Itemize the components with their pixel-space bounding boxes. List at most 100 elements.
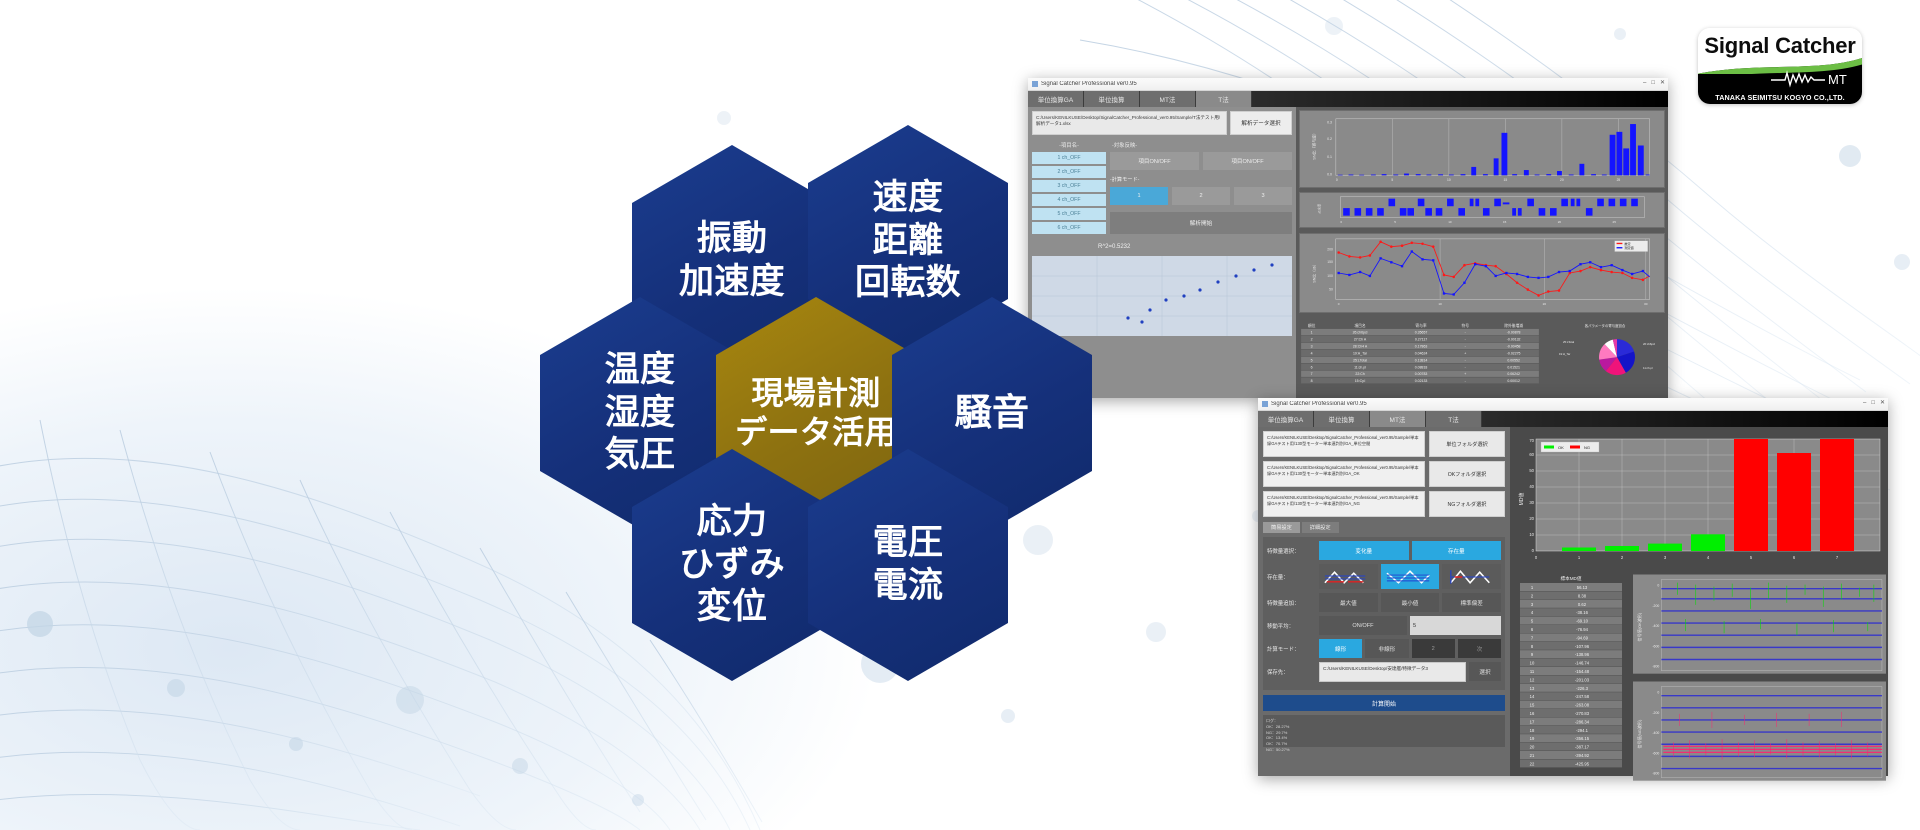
calc-mode-linear-button[interactable]: 線形 xyxy=(1319,639,1363,658)
subtab-simple-settings[interactable]: 簡易設定 xyxy=(1263,522,1300,533)
svg-text:0.62: 0.62 xyxy=(1578,602,1587,607)
calc-mode-nonlinear-button[interactable]: 非線形 xyxy=(1365,639,1409,658)
svg-text:10: 10 xyxy=(1447,178,1451,182)
wave-option-c[interactable] xyxy=(1442,564,1502,589)
unit-folder-select-button[interactable]: 単位フォルダ選択 xyxy=(1429,431,1505,457)
svg-text:60: 60 xyxy=(1529,452,1534,457)
svg-text:25:LTotal: 25:LTotal xyxy=(1353,358,1367,362)
settings-subtabs[interactable]: 簡易設定 詳細設定 xyxy=(1263,522,1505,533)
svg-text:0.06242: 0.06242 xyxy=(1507,372,1520,376)
svg-text:0.00552: 0.00552 xyxy=(1507,358,1520,362)
svg-text:25: 25 xyxy=(1613,220,1617,224)
svg-text:信号値(OK波形): 信号値(OK波形) xyxy=(1636,612,1642,641)
save-path-field[interactable]: C:/Users/KENILKUSE/Desktop/安達艦/特徴データ3 xyxy=(1319,662,1466,682)
start-calculation-button[interactable]: 計算開始 xyxy=(1263,695,1505,711)
svg-text:-356.15: -356.15 xyxy=(1575,736,1590,741)
window-controls[interactable]: ‒ □ ✕ xyxy=(1863,400,1885,406)
tab-mt-method[interactable]: MT法 xyxy=(1140,91,1196,107)
feature-max-button[interactable]: 最大値 xyxy=(1319,593,1378,612)
ok-folder-select-button[interactable]: OKフォルダ選択 xyxy=(1429,461,1505,487)
svg-text:20: 20 xyxy=(1530,745,1535,750)
svg-text:0: 0 xyxy=(1657,584,1659,588)
mode-button-2[interactable]: 2 xyxy=(1172,187,1230,205)
ng-folder-row: C:/Users/KENILKUSE/Desktop/SignalCatcher… xyxy=(1263,491,1505,517)
tab-unit-conversion-ga[interactable]: 単位換算GA xyxy=(1028,91,1084,107)
tab-t-method[interactable]: T法 xyxy=(1426,411,1482,427)
svg-text:NG: NG xyxy=(1584,445,1590,450)
tab-t-method[interactable]: T法 xyxy=(1196,91,1252,107)
run-analysis-button[interactable]: 解析開始 xyxy=(1110,212,1292,234)
feature-stddev-button[interactable]: 標準偏差 xyxy=(1442,593,1502,612)
app-window-t-method[interactable]: Signal Catcher Professional ver0.95 ‒ □ ✕ … xyxy=(1028,78,1668,398)
md-sample-table-svg: 標本MD値 1 56.13 2 8.38 3 0.62 4 -38.16 5 -69.10… xyxy=(1512,572,1630,772)
select-analysis-data-button[interactable]: 解析データ選択 xyxy=(1230,111,1292,135)
svg-text:15:Cy.l: 15:Cy.l xyxy=(1355,379,1366,383)
svg-text:16: 16 xyxy=(1530,711,1535,716)
ng-folder-select-button[interactable]: NGフォルダ選択 xyxy=(1429,491,1505,517)
wave-icon-c xyxy=(1449,569,1490,584)
svg-text:0.3: 0.3 xyxy=(1327,121,1332,125)
app-window-mt-method[interactable]: Signal Catcher Professional ver0.95 ‒ □ ✕ … xyxy=(1258,398,1888,781)
contribution-table[interactable]: 順位 項目名 寄与率 符号 除外後増減 1 26:ch6pcl 0.35657- -0.00… xyxy=(1299,318,1541,386)
unit-folder-path-field[interactable]: C:/Users/KENILKUSE/Desktop/SignalCatcher… xyxy=(1263,431,1425,457)
tab-mt-method[interactable]: MT法 xyxy=(1370,411,1426,427)
feature-min-button[interactable]: 最小値 xyxy=(1380,593,1440,612)
feature-change-amount-button[interactable]: 変化量 xyxy=(1319,541,1409,560)
window-titlebar: Signal Catcher Professional ver0.95 ‒ □ ✕ xyxy=(1258,398,1888,411)
item-toggle-row: 項目ON/OFF 項目ON/OFF xyxy=(1110,152,1292,170)
svg-text:項目名: 項目名 xyxy=(1354,323,1366,328)
svg-text:寄与率: 寄与率 xyxy=(1415,323,1427,328)
sn-db-line-chart: SN比（db） 50 100 150 200 0 10 20 30 推定 測定値 xyxy=(1299,233,1665,313)
calc-order-unit[interactable]: 次 xyxy=(1457,639,1501,658)
svg-text:-0.00878: -0.00878 xyxy=(1507,331,1521,335)
moving-average-toggle[interactable]: ON/OFF xyxy=(1319,616,1407,635)
tab-bar[interactable]: 単位換算GA 単位換算 MT法 T法 xyxy=(1258,411,1888,427)
app-icon xyxy=(1032,81,1038,87)
logo-company-name: TANAKA SEIMITSU KOGYO CO.,LTD. xyxy=(1715,93,1845,102)
subtab-detail-settings[interactable]: 詳細設定 xyxy=(1301,522,1339,533)
item-on-off-button-a[interactable]: 項目ON/OFF xyxy=(1110,152,1199,170)
r2-value-label: R^2=0.5232 xyxy=(1098,244,1131,250)
ok-waveform-svg: 信号値(OK波形) 0 -200 -400 -600 -800 xyxy=(1633,574,1886,674)
ok-waveform-chart: 信号値(OK波形) 0 -200 -400 -600 -800 xyxy=(1633,572,1886,676)
svg-text:-: - xyxy=(1465,365,1466,369)
analysis-path-field[interactable]: C:/Users/KENILKUSE/Desktop/SignalCatcher… xyxy=(1032,111,1227,135)
svg-text:-247.58: -247.58 xyxy=(1575,694,1590,699)
window-title: Signal Catcher Professional ver0.95 xyxy=(1271,401,1367,407)
settings-form: 特徴量選択： 変化量 存在量 存在量： 特徴量追加： 最大値 最小値 標準偏差 … xyxy=(1263,537,1505,690)
wave-icon-a xyxy=(1324,570,1366,584)
save-path-select-button[interactable]: 選択 xyxy=(1469,662,1501,681)
svg-text:-425.95: -425.95 xyxy=(1575,761,1590,766)
ok-folder-path-field[interactable]: C:/Users/KENILKUSE/Desktop/SignalCatcher… xyxy=(1263,461,1425,487)
svg-text:0.27117: 0.27117 xyxy=(1415,337,1427,341)
feature-presence-amount-button[interactable]: 存在量 xyxy=(1411,541,1501,560)
svg-text:200: 200 xyxy=(1327,248,1333,252)
svg-text:-0.02275: -0.02275 xyxy=(1507,351,1521,355)
tab-unit-conversion[interactable]: 単位換算 xyxy=(1084,91,1140,107)
svg-text:-76.94: -76.94 xyxy=(1576,627,1589,632)
svg-text:-400: -400 xyxy=(1652,731,1659,735)
svg-text:-: - xyxy=(1465,379,1466,383)
calc-order-value[interactable]: 2 xyxy=(1411,639,1455,658)
svg-text:-600: -600 xyxy=(1652,644,1659,648)
window-controls[interactable]: ‒ □ ✕ xyxy=(1643,80,1665,86)
tab-unit-conversion[interactable]: 単位換算 xyxy=(1314,411,1370,427)
svg-text:5: 5 xyxy=(1391,178,1393,182)
feature-select-row: 特徴量選択： 変化量 存在量 xyxy=(1267,541,1501,560)
svg-text:8.38: 8.38 xyxy=(1578,593,1587,598)
sn-ratio-bar-chart-svg: SN比（寄与度） 0.00.1 0.20.3 0 5 10 15 20 25 xyxy=(1306,111,1658,187)
md-sample-table[interactable]: 標本MD値 1 56.13 2 8.38 3 0.62 4 -38.16 5 -69.10… xyxy=(1512,572,1630,772)
tab-bar[interactable]: 単位換算GA 単位換算 MT法 T法 xyxy=(1028,91,1668,107)
contribution-pie-chart: 各パラメータの寄与度割合 25:LTotal 19:H_Tar 26:ch6pc… xyxy=(1545,318,1665,386)
hex-vibration-label: 振動 加速度 xyxy=(679,219,785,301)
ng-folder-path-field[interactable]: C:/Users/KENILKUSE/Desktop/SignalCatcher… xyxy=(1263,491,1425,517)
wave-option-b[interactable] xyxy=(1380,564,1440,589)
svg-text:11:ch.pl: 11:ch.pl xyxy=(1643,366,1653,370)
tab-unit-conversion-ga[interactable]: 単位換算GA xyxy=(1258,411,1314,427)
item-on-off-button-b[interactable]: 項目ON/OFF xyxy=(1203,152,1292,170)
mode-button-3[interactable]: 3 xyxy=(1234,187,1292,205)
moving-average-value-field[interactable]: 5 xyxy=(1410,616,1501,635)
contribution-pie-chart-svg: 各パラメータの寄与度割合 25:LTotal 19:H_Tar 26:ch6pc… xyxy=(1545,321,1665,384)
svg-text:22: 22 xyxy=(1530,761,1535,766)
wave-option-a[interactable] xyxy=(1319,564,1378,589)
